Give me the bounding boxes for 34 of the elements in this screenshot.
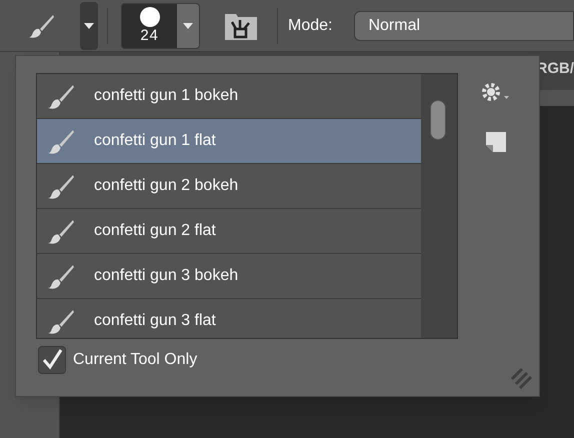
tool-preset-dropdown[interactable] <box>80 2 98 50</box>
preset-name: confetti gun 3 bokeh <box>94 266 238 286</box>
brush-tip-preview <box>140 6 160 26</box>
preset-name: confetti gun 1 bokeh <box>94 86 238 106</box>
brush-icon <box>48 308 75 334</box>
preset-item[interactable]: confetti gun 2 bokeh <box>37 164 421 208</box>
preset-item[interactable]: confetti gun 1 bokeh <box>37 74 421 118</box>
brush-icon <box>48 218 75 244</box>
resize-grip-icon[interactable] <box>510 367 532 389</box>
mode-label: Mode: <box>288 16 332 36</box>
preset-item[interactable]: confetti gun 2 flat <box>37 209 421 253</box>
brush-icon <box>29 12 55 38</box>
settings-icon[interactable] <box>480 81 510 103</box>
preset-name: confetti gun 2 flat <box>94 221 216 241</box>
brush-size: 24 <box>140 26 159 44</box>
brush-icon <box>48 82 75 110</box>
brush-icon <box>48 172 75 200</box>
brush-icon <box>48 262 75 290</box>
preset-item[interactable]: confetti gun 3 bokeh <box>37 254 421 298</box>
preset-name: confetti gun 3 flat <box>94 311 216 331</box>
brush-icon <box>48 128 75 154</box>
preset-name: confetti gun 1 flat <box>94 131 216 151</box>
caret-icon <box>183 22 193 28</box>
checkmark-icon <box>40 348 64 372</box>
new-preset-icon[interactable] <box>485 131 507 153</box>
brush-size-picker[interactable]: 24 <box>121 2 200 48</box>
mode-select[interactable]: Normal <box>354 10 574 40</box>
preset-item[interactable]: confetti gun 1 flat <box>37 119 421 163</box>
preset-name: confetti gun 2 bokeh <box>94 176 238 196</box>
caret-icon <box>84 22 94 28</box>
current-tool-only-checkbox[interactable] <box>38 346 66 374</box>
preset-item[interactable]: confetti gun 3 flat <box>37 299 421 338</box>
scrollbar-thumb[interactable] <box>430 100 446 140</box>
current-tool-only-label: Current Tool Only <box>73 350 198 370</box>
